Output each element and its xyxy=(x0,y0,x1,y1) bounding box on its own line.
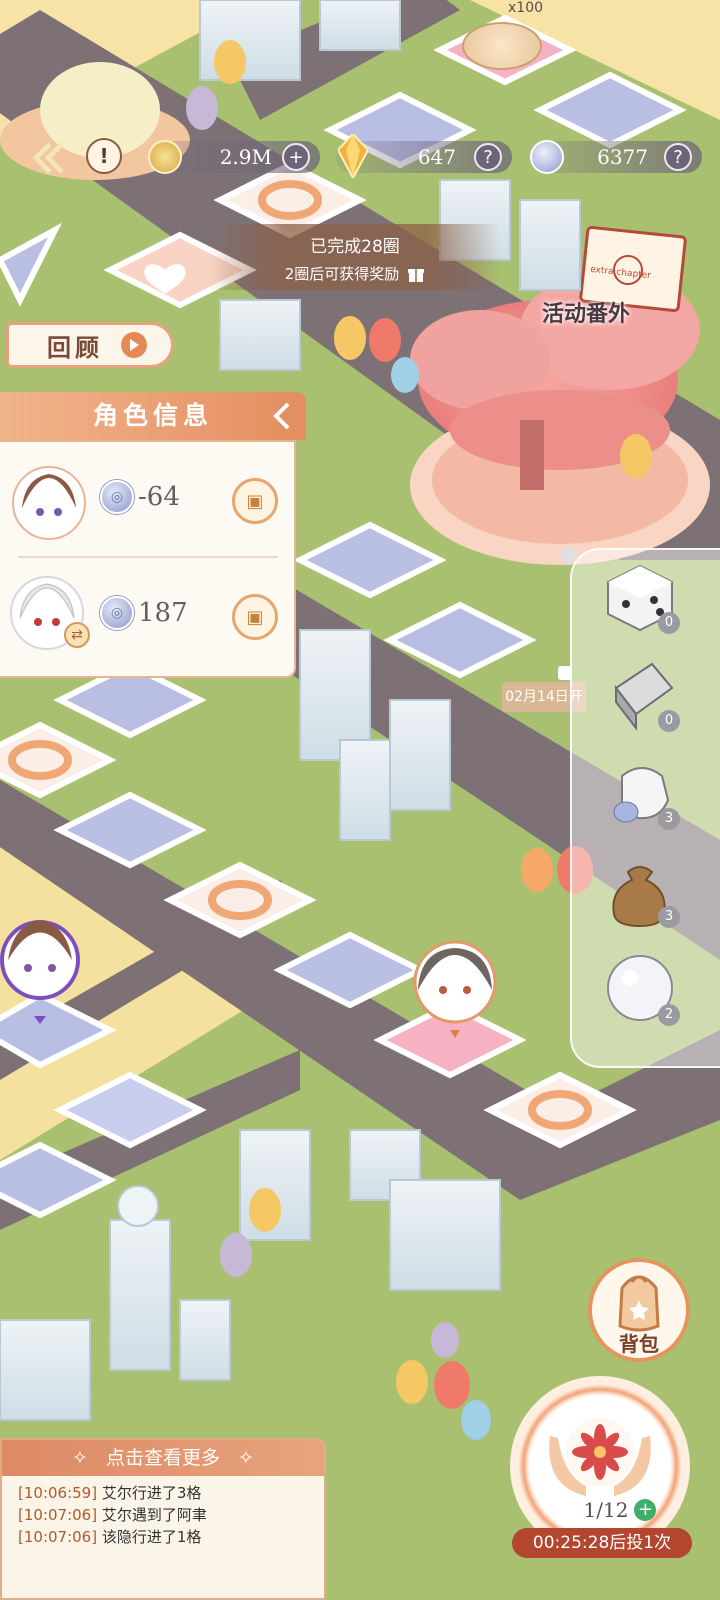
gold-coin-icon xyxy=(148,140,182,174)
character-panel-header: 角色信息 xyxy=(0,392,306,440)
log-header[interactable]: ✧ 点击查看更多 ✧ xyxy=(2,1440,324,1476)
back-button[interactable] xyxy=(28,138,68,178)
backpack-label: 背包 xyxy=(619,1332,659,1356)
silver-value: 6377 xyxy=(597,145,648,169)
review-label: 回顾 xyxy=(47,332,103,362)
crystal-currency: 647 ? xyxy=(336,132,512,181)
silver-help-button[interactable]: ? xyxy=(664,143,692,171)
remote-control-count: 0 xyxy=(658,710,680,732)
crystal-help-button[interactable]: ? xyxy=(474,143,502,171)
lap-banner: 已完成28圈 2圈后可获得奖励 xyxy=(210,224,500,290)
remote-control-item[interactable]: 0 xyxy=(602,658,680,734)
brown-hair-girl-avatar xyxy=(12,466,86,540)
crystal-icon xyxy=(336,132,370,183)
sparkle-icon: ✧ xyxy=(238,1447,254,1469)
pastry-icon xyxy=(462,22,542,70)
glove-count: 3 xyxy=(658,808,680,830)
character-value: 187 xyxy=(138,598,188,628)
silver-coin-icon: ◎ xyxy=(100,480,134,514)
bread-icon[interactable]: ▣ xyxy=(232,594,278,640)
snowball-item[interactable]: 2 xyxy=(602,952,680,1028)
swap-icon[interactable]: ⇄ xyxy=(64,622,90,648)
add-gold-button[interactable]: + xyxy=(282,143,310,171)
snowflake-icon: ❄ xyxy=(558,542,580,572)
silver-coin-icon xyxy=(530,140,564,174)
roll-count: 1/12 xyxy=(583,1498,629,1522)
item-toolbar: ❄ 0 0 3 3 2 xyxy=(558,542,720,1068)
row-divider xyxy=(18,556,278,558)
character-row[interactable]: ⇄ ◎ 187 ▣ xyxy=(0,562,296,672)
add-roll-button[interactable]: + xyxy=(634,1499,657,1521)
sparkle-icon: ✧ xyxy=(72,1447,88,1469)
laps-completed: 已完成28圈 xyxy=(310,237,400,257)
character-panel-body: ◎ -64 ▣ ⇄ ◎ 187 ▣ xyxy=(0,440,296,678)
log-line: [10:07:06] 该隐行进了1格 xyxy=(18,1528,202,1546)
event-extra-label[interactable]: 活动番外 xyxy=(542,296,630,328)
character-panel-title: 角色信息 xyxy=(92,401,213,430)
gift-icon xyxy=(408,268,425,282)
backpack-button[interactable]: 背包 xyxy=(588,1258,690,1362)
character-info-panel: 角色信息 ◎ -64 ▣ ⇄ ◎ 187 ▣ xyxy=(0,392,306,680)
dice-count: 0 xyxy=(658,612,680,634)
play-icon xyxy=(121,332,147,358)
character-row[interactable]: ◎ -64 ▣ xyxy=(0,446,296,556)
silver-coin-icon: ◎ xyxy=(100,596,134,630)
gold-value: 2.9M xyxy=(219,145,272,169)
reward-count: x100 xyxy=(508,0,544,16)
log-line: [10:07:06] 艾尔遇到了阿聿 xyxy=(18,1506,207,1524)
money-sack-count: 3 xyxy=(658,906,680,928)
character-value: -64 xyxy=(138,482,180,512)
silver-currency: 6377 ? xyxy=(530,140,702,174)
bread-icon[interactable]: ▣ xyxy=(232,478,278,524)
money-sack-item[interactable]: 3 xyxy=(602,854,680,930)
roll-counter: 1/12 + xyxy=(560,1494,680,1526)
event-log-panel[interactable]: ✧ 点击查看更多 ✧ [10:06:59] 艾尔行进了3格 [10:07:06]… xyxy=(0,1438,326,1600)
double-chevron-left-icon xyxy=(32,142,64,174)
review-button[interactable]: 回顾 xyxy=(6,322,174,368)
glove-item[interactable]: 3 xyxy=(602,756,680,832)
snowball-count: 2 xyxy=(658,1004,680,1026)
log-line: [10:06:59] 艾尔行进了3格 xyxy=(18,1484,202,1502)
roll-timer: 00:25:28后投1次 xyxy=(512,1528,692,1558)
alert-icon[interactable]: ! xyxy=(86,138,122,174)
log-header-label: 点击查看更多 xyxy=(105,1447,220,1469)
crystal-value: 647 xyxy=(417,145,456,169)
gold-currency: 2.9M + xyxy=(148,140,320,174)
reward-hint: 2圈后可获得奖励 xyxy=(284,265,400,283)
dice-item[interactable]: 0 xyxy=(602,560,680,636)
top-reward-tile[interactable]: x100 xyxy=(458,0,548,74)
